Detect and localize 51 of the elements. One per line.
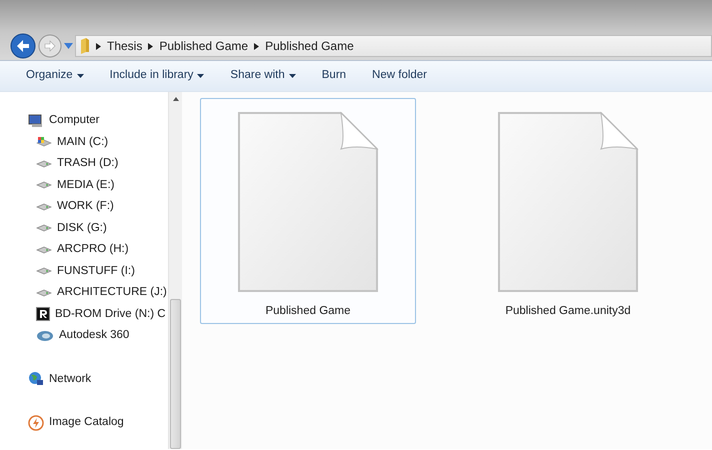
drive-icon	[36, 158, 52, 169]
scrollbar-thumb[interactable]	[170, 299, 181, 449]
sidebar-item[interactable]: Network	[28, 368, 168, 390]
sidebar-item[interactable]: Image Catalog	[28, 412, 168, 434]
document-icon	[497, 111, 639, 293]
back-button[interactable]	[10, 33, 36, 59]
file-item[interactable]: Published Game	[200, 98, 416, 324]
sidebar-item[interactable]: DISK (G:)	[28, 218, 168, 239]
document-icon	[237, 111, 379, 293]
sidebar-item[interactable]: MEDIA (E:)	[28, 174, 168, 196]
sidebar-item[interactable]: TRASH (D:)	[28, 153, 168, 174]
sidebar-item[interactable]: MAIN (C:)	[28, 132, 168, 153]
cloud-icon	[36, 330, 54, 342]
lightning-icon	[28, 414, 44, 431]
drive-icon	[36, 202, 52, 212]
toolbar-button[interactable]: Share with	[230, 67, 296, 85]
chevron-icon[interactable]	[148, 42, 154, 50]
sidebar-item[interactable]: FUNSTUFF (I:)	[28, 260, 168, 282]
file-name: Published Game	[265, 304, 351, 319]
breadcrumb-item[interactable]: Thesis	[107, 37, 142, 55]
chevron-icon[interactable]	[96, 42, 101, 50]
disc-drive-icon	[36, 307, 50, 322]
file-item[interactable]: Published Game.unity3d	[460, 98, 676, 324]
sidebar-item[interactable]: BD-ROM Drive (N:) C	[28, 304, 168, 325]
sidebar-item[interactable]: WORK (F:)	[28, 196, 168, 218]
drive-icon	[36, 223, 52, 234]
sidebar-item[interactable]: Autodesk 360	[28, 325, 168, 346]
sidebar-item[interactable]: ARCPRO (H:)	[28, 239, 168, 260]
caret-icon	[288, 74, 296, 78]
sidebar-item[interactable]: Computer	[28, 110, 168, 132]
drive-icon	[36, 288, 52, 298]
sidebar-item[interactable]: ARCHITECTURE (J:)	[28, 282, 168, 304]
drive-icon	[36, 266, 52, 276]
toolbar-button[interactable]: Burn	[322, 67, 346, 85]
caret-icon	[197, 74, 204, 78]
breadcrumb-item[interactable]: Published Game	[265, 37, 354, 55]
dropdown-icon[interactable]	[64, 43, 73, 49]
caret-icon	[76, 74, 84, 78]
toolbar-button[interactable]: Include in library	[110, 67, 204, 85]
computer-icon	[28, 114, 44, 128]
drive-icon	[36, 180, 52, 190]
toolbar-button[interactable]: New folder	[372, 67, 428, 85]
toolbar-button[interactable]: Organize	[26, 67, 84, 85]
drive-icon	[36, 136, 52, 148]
file-name: Published Game.unity3d	[505, 304, 631, 319]
chevron-icon[interactable]	[254, 42, 260, 50]
address-bar[interactable]: Thesis Published Game Published Game	[75, 35, 712, 57]
folder-icon	[80, 38, 90, 54]
drive-icon	[36, 244, 52, 255]
globe-icon	[28, 371, 44, 388]
breadcrumb-item[interactable]: Published Game	[159, 37, 248, 55]
